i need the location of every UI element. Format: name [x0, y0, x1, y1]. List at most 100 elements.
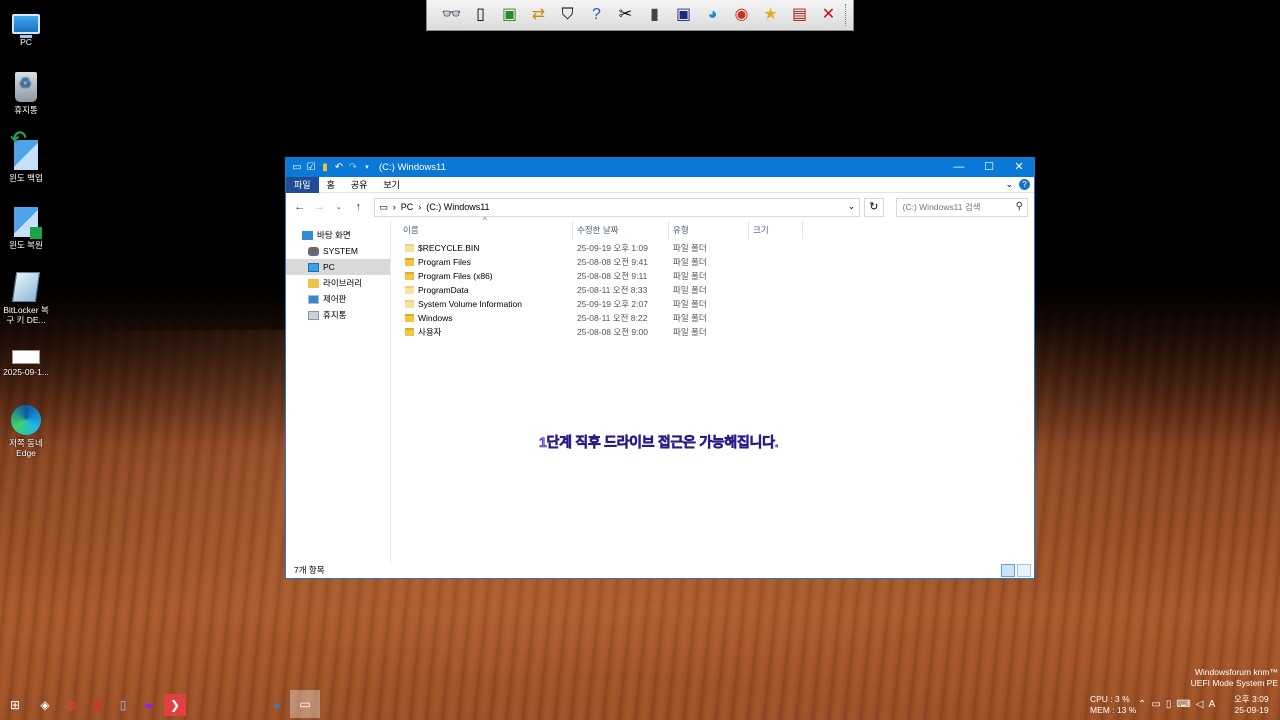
desktop-icon-label: PC — [20, 37, 32, 47]
desktop-icon-recycle-bin[interactable]: 휴지통 — [0, 72, 52, 115]
phone-icon[interactable]: ▯ — [466, 2, 495, 28]
file-row[interactable]: $RECYCLE.BIN 25-09-19 오후 1:09 파일 폴더 — [391, 241, 1034, 255]
media-icon[interactable]: ▰ — [138, 694, 160, 716]
window-title: (C:) Windows11 — [379, 162, 446, 173]
glasses-icon[interactable]: 👓 — [437, 2, 466, 28]
chrome-icon[interactable]: ◉ — [727, 2, 756, 28]
ribbon-expand-icon[interactable]: ⌄ — [1005, 179, 1013, 190]
file-row[interactable]: System Volume Information 25-09-19 오후 2:… — [391, 297, 1034, 311]
forward-button[interactable]: → — [312, 201, 328, 213]
explorer-task-icon[interactable]: ▭ — [290, 690, 320, 718]
file-type: 파일 폴더 — [673, 271, 707, 281]
back-button[interactable]: ← — [292, 201, 308, 213]
file-row[interactable]: Program Files (x86) 25-08-08 오전 9:11 파일 … — [391, 269, 1034, 283]
redo-icon[interactable]: ↷ — [347, 162, 359, 174]
help-icon[interactable]: ? — [1019, 179, 1030, 190]
toolbar-grip[interactable] — [845, 4, 849, 26]
window-icon[interactable]: ▤ — [785, 2, 814, 28]
address-bar[interactable]: ▭ › PC › (C:) Windows11 ⌄ — [374, 197, 861, 217]
usb-icon[interactable]: ▯ — [1166, 699, 1172, 710]
file-date: 25-08-08 오전 9:41 — [577, 257, 648, 267]
file-date: 25-08-11 오전 8:33 — [577, 285, 648, 295]
monitor-tool-icon[interactable]: ▣ — [495, 2, 524, 28]
file-row[interactable]: 사용자 25-08-08 오전 9:00 파일 폴더 — [391, 325, 1034, 339]
nav-item-system[interactable]: SYSTEM — [286, 243, 390, 259]
tab-view[interactable]: 보기 — [375, 177, 408, 193]
recycle-bin-icon — [15, 72, 37, 102]
desktop-icon-restore[interactable]: 윈도 복원 — [0, 207, 52, 250]
desktop-icon-bitlocker[interactable]: BitLocker 복구 키 DE... — [0, 272, 52, 325]
tool-icon[interactable]: ◈ — [34, 694, 56, 716]
help-icon[interactable]: ? — [582, 2, 611, 28]
properties-icon[interactable]: ☑ — [305, 162, 317, 174]
up-button[interactable]: ↑ — [351, 201, 367, 213]
nav-item-recycle-bin[interactable]: 휴지통 — [286, 307, 390, 323]
start-icon[interactable]: ⊞ — [4, 694, 26, 716]
large-icons-view-icon[interactable] — [1017, 564, 1031, 577]
nav-item-library[interactable]: 라이브러리 — [286, 275, 390, 291]
column-header-size[interactable]: 크기 — [749, 221, 803, 239]
network-icon[interactable]: ◍ — [60, 694, 82, 716]
window-controls: — ☐ ✕ — [944, 158, 1034, 177]
tab-home[interactable]: 홈 — [319, 177, 343, 193]
clock[interactable]: 오후 3:09 25-09-19 — [1234, 694, 1269, 716]
desktop-icon-edge[interactable]: 저쪽 동네 Edge — [0, 405, 52, 458]
recent-locations-icon[interactable]: ⌄ — [331, 203, 347, 211]
edge-icon[interactable]: ◕ — [698, 2, 727, 28]
recycle-bin-icon[interactable]: ▯ — [112, 694, 134, 716]
column-headers: ^ 이름 수정한 날짜 유형 크기 — [391, 216, 1034, 239]
undo-icon[interactable]: ↶ — [333, 162, 345, 174]
tools-icon[interactable]: ✂ — [611, 2, 640, 28]
desktop-icon-file[interactable]: 2025-09-1... — [0, 340, 52, 377]
nav-item-desktop[interactable]: 바탕 화면 — [286, 227, 390, 243]
edge-icon[interactable]: ◕ — [266, 694, 288, 716]
display-icon[interactable]: ▣ — [669, 2, 698, 28]
customize-icon[interactable]: ▾ — [361, 162, 373, 174]
desktop-icon-backup[interactable]: 윈도 백업 — [0, 134, 52, 183]
close-icon[interactable]: ✕ — [814, 2, 843, 28]
file-row[interactable]: ProgramData 25-08-11 오전 8:33 파일 폴더 — [391, 283, 1034, 297]
disk-icon[interactable]: ▦ — [86, 694, 108, 716]
desktop-icon — [302, 230, 313, 240]
book-icon[interactable]: ▮ — [640, 2, 669, 28]
folder-star-icon[interactable]: ★ — [756, 2, 785, 28]
nav-item-pc[interactable]: PC — [286, 259, 390, 275]
app-icon[interactable]: ❯ — [164, 694, 186, 716]
ime-indicator[interactable]: A — [1209, 699, 1216, 710]
file-row[interactable]: Program Files 25-08-08 오전 9:41 파일 폴더 — [391, 255, 1034, 269]
shield-icon[interactable]: ⛉ — [553, 2, 582, 28]
desktop-icon-label: 휴지통 — [14, 105, 38, 115]
transfer-icon[interactable]: ⇄ — [524, 2, 553, 28]
nav-item-label: PC — [323, 262, 335, 272]
tab-file[interactable]: 파일 — [286, 176, 319, 193]
maximize-button[interactable]: ☐ — [974, 158, 1004, 177]
close-button[interactable]: ✕ — [1004, 158, 1034, 177]
new-folder-icon[interactable]: ▮ — [319, 162, 331, 174]
chevron-up-icon[interactable]: ⌃ — [1138, 699, 1146, 710]
file-name: Program Files (x86) — [418, 271, 493, 281]
search-input[interactable]: (C:) Windows11 검색 ⚲ — [895, 197, 1028, 217]
desktop-icon-pc[interactable]: PC — [0, 8, 52, 47]
column-header-type[interactable]: 유형 — [669, 221, 749, 239]
file-row[interactable]: Windows 25-08-11 오전 8:22 파일 폴더 — [391, 311, 1034, 325]
minimize-button[interactable]: — — [944, 158, 974, 177]
column-header-name[interactable]: 이름 — [391, 221, 573, 239]
breadcrumb-pc[interactable]: PC — [401, 202, 414, 212]
folder-icon — [405, 286, 414, 294]
refresh-button[interactable]: ↻ — [864, 197, 884, 217]
nav-item-control-panel[interactable]: 제어판 — [286, 291, 390, 307]
tab-share[interactable]: 공유 — [343, 177, 376, 193]
nav-item-label: 라이브러리 — [323, 278, 363, 288]
clock-date: 25-09-19 — [1234, 705, 1269, 715]
breadcrumb-drive[interactable]: (C:) Windows11 — [426, 202, 489, 212]
file-name: System Volume Information — [418, 299, 522, 309]
breadcrumb-separator: › — [418, 202, 422, 212]
details-view-icon[interactable] — [1001, 564, 1015, 577]
network-icon[interactable]: ▭ — [1151, 699, 1160, 710]
breadcrumb-separator: › — [392, 202, 396, 212]
volume-icon[interactable]: ◁ — [1196, 699, 1204, 710]
title-bar[interactable]: ▭ ☑ ▮ ↶ ↷ ▾ (C:) Windows11 — ☐ ✕ — [286, 158, 1034, 177]
keyboard-icon[interactable]: ⌨ — [1176, 699, 1190, 710]
chevron-down-icon[interactable]: ⌄ — [848, 201, 856, 212]
column-header-date[interactable]: 수정한 날짜 — [573, 221, 669, 239]
